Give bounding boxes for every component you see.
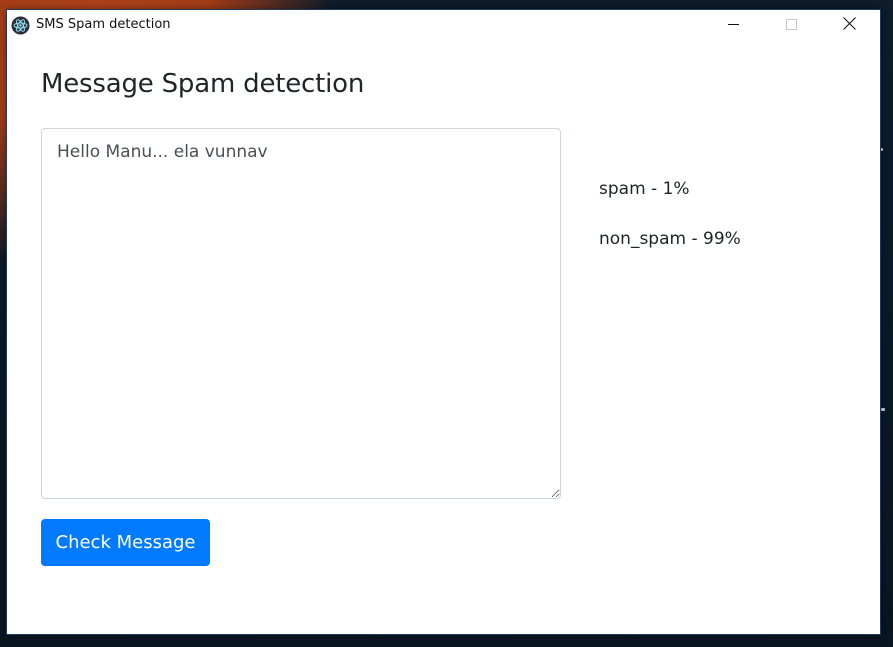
page-title: Message Spam detection: [41, 69, 365, 99]
window-title: SMS Spam detection: [36, 17, 171, 32]
minimize-button[interactable]: [704, 10, 762, 41]
app-window: SMS Spam detection Message Spam detectio…: [7, 10, 880, 634]
minimize-icon: [727, 17, 739, 35]
maximize-button[interactable]: [762, 10, 820, 41]
close-icon: [842, 16, 856, 35]
title-bar[interactable]: SMS Spam detection: [7, 10, 880, 41]
spam-result: spam - 1%: [599, 179, 690, 199]
close-button[interactable]: [820, 10, 878, 41]
app-logo-icon: [11, 16, 30, 35]
background-star: [881, 408, 885, 411]
main-content: Message Spam detection Hello Manu... ela…: [7, 41, 880, 634]
non-spam-result: non_spam - 99%: [599, 229, 741, 249]
maximize-icon: [785, 17, 797, 35]
check-message-button[interactable]: Check Message: [41, 519, 210, 566]
message-input[interactable]: Hello Manu... ela vunnav: [41, 128, 561, 499]
